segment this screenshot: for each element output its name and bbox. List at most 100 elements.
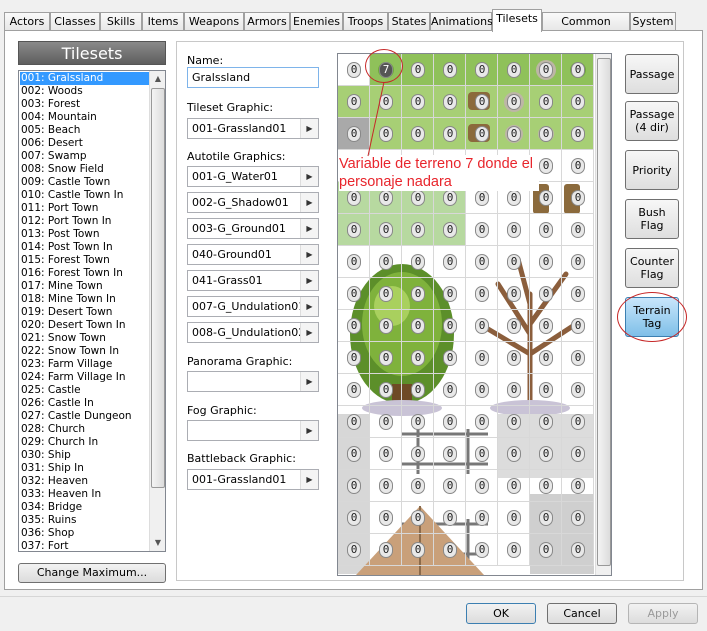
tile-cell[interactable]: 0: [562, 310, 594, 342]
tab-armors[interactable]: Armors: [244, 12, 290, 31]
browse-arrow-icon[interactable]: ▶: [300, 193, 318, 212]
ok-button[interactable]: OK: [466, 603, 536, 624]
tile-cell[interactable]: 0: [370, 278, 402, 310]
tab-tilesets[interactable]: Tilesets: [492, 9, 542, 32]
tile-cell[interactable]: 0: [402, 54, 434, 86]
list-item[interactable]: 036: Shop: [20, 527, 149, 540]
tile-cell[interactable]: 0: [466, 310, 498, 342]
tile-cell[interactable]: 0: [562, 438, 594, 470]
tile-cell[interactable]: 0: [562, 374, 594, 406]
tile-cell[interactable]: 0: [434, 86, 466, 118]
tile-cell[interactable]: 0: [338, 374, 370, 406]
tile-cell[interactable]: 0: [466, 86, 498, 118]
tile-cell[interactable]: 0: [498, 406, 530, 438]
fog-field[interactable]: ▶: [187, 420, 319, 441]
tile-cell[interactable]: 0: [562, 182, 594, 214]
tile-cell[interactable]: 0: [562, 470, 594, 502]
autotile-field-1[interactable]: 001-G_Water01 ▶: [187, 166, 319, 187]
tile-cell[interactable]: 0: [402, 438, 434, 470]
tile-cell[interactable]: 0: [466, 406, 498, 438]
tile-cell[interactable]: 0: [434, 406, 466, 438]
list-item[interactable]: 015: Forest Town: [20, 254, 149, 267]
tile-cell[interactable]: 0: [530, 310, 562, 342]
tile-cell[interactable]: 0: [434, 502, 466, 534]
tile-cell[interactable]: 0: [434, 438, 466, 470]
tile-cell[interactable]: 0: [498, 374, 530, 406]
tile-cell[interactable]: 0: [402, 246, 434, 278]
tile-cell[interactable]: 0: [370, 214, 402, 246]
tile-cell[interactable]: 0: [402, 310, 434, 342]
priority-button[interactable]: Priority: [625, 150, 679, 190]
tile-cell[interactable]: 0: [434, 278, 466, 310]
tile-cell[interactable]: 0: [338, 214, 370, 246]
tile-cell[interactable]: 0: [338, 438, 370, 470]
tile-cell[interactable]: 0: [434, 470, 466, 502]
tab-states[interactable]: States: [388, 12, 430, 31]
tile-cell[interactable]: 0: [434, 118, 466, 150]
list-item[interactable]: 028: Church: [20, 423, 149, 436]
panorama-field[interactable]: ▶: [187, 371, 319, 392]
list-scrollbar[interactable]: ▲ ▼: [149, 71, 165, 551]
scroll-thumb[interactable]: [151, 88, 165, 488]
autotile-field-2[interactable]: 002-G_Shadow01 ▶: [187, 192, 319, 213]
browse-arrow-icon[interactable]: ▶: [300, 119, 318, 138]
list-item[interactable]: 023: Farm Village: [20, 358, 149, 371]
tile-cell[interactable]: 0: [370, 438, 402, 470]
scroll-down-icon[interactable]: ▼: [150, 535, 165, 551]
tile-cell[interactable]: 0: [434, 246, 466, 278]
tab-common-events[interactable]: Common Events: [542, 12, 630, 45]
tab-actors[interactable]: Actors: [4, 12, 50, 31]
tile-cell[interactable]: 0: [434, 534, 466, 566]
tile-cell[interactable]: 0: [338, 406, 370, 438]
list-item[interactable]: 009: Castle Town: [20, 176, 149, 189]
browse-arrow-icon[interactable]: ▶: [300, 167, 318, 186]
tile-cell[interactable]: 0: [530, 118, 562, 150]
browse-arrow-icon[interactable]: ▶: [300, 470, 318, 489]
list-item[interactable]: 020: Desert Town In: [20, 319, 149, 332]
list-item[interactable]: 037: Fort: [20, 540, 149, 551]
list-item[interactable]: 026: Castle In: [20, 397, 149, 410]
tile-cell[interactable]: 0: [562, 54, 594, 86]
tile-cell[interactable]: 0: [370, 534, 402, 566]
tile-cell[interactable]: 0: [466, 342, 498, 374]
tile-cell[interactable]: 0: [530, 278, 562, 310]
tile-cell[interactable]: 0: [466, 470, 498, 502]
tile-cell[interactable]: 0: [370, 406, 402, 438]
autotile-field-5[interactable]: 041-Grass01 ▶: [187, 270, 319, 291]
list-item[interactable]: 001: Gralssland: [20, 72, 149, 85]
list-item[interactable]: 008: Snow Field: [20, 163, 149, 176]
browse-arrow-icon[interactable]: ▶: [300, 323, 318, 342]
tile-cell[interactable]: 0: [530, 406, 562, 438]
tile-cell[interactable]: 0: [562, 502, 594, 534]
autotile-field-7[interactable]: 008-G_Undulation02 ▶: [187, 322, 319, 343]
tile-cell[interactable]: 0: [530, 438, 562, 470]
tile-cell[interactable]: 0: [498, 118, 530, 150]
list-item[interactable]: 034: Bridge: [20, 501, 149, 514]
browse-arrow-icon[interactable]: ▶: [300, 219, 318, 238]
list-item[interactable]: 017: Mine Town: [20, 280, 149, 293]
autotile-field-3[interactable]: 003-G_Ground01 ▶: [187, 218, 319, 239]
tile-cell[interactable]: 0: [530, 214, 562, 246]
tile-cell[interactable]: 0: [562, 342, 594, 374]
tile-cell[interactable]: 0: [562, 150, 594, 182]
list-item[interactable]: 011: Port Town: [20, 202, 149, 215]
grid-scrollbar[interactable]: [595, 54, 611, 575]
tile-cell[interactable]: 0: [498, 342, 530, 374]
tile-cell[interactable]: 0: [466, 438, 498, 470]
tile-cell[interactable]: 0: [402, 278, 434, 310]
tile-cell[interactable]: 0: [402, 470, 434, 502]
list-item[interactable]: 019: Desert Town: [20, 306, 149, 319]
tileset-list[interactable]: 001: Gralssland 002: Woods 003: Forest 004:…: [18, 70, 166, 552]
tab-classes[interactable]: Classes: [50, 12, 100, 31]
grid-scroll-thumb[interactable]: [597, 58, 611, 566]
list-item[interactable]: 013: Post Town: [20, 228, 149, 241]
tile-cell[interactable]: 0: [402, 502, 434, 534]
tile-cell[interactable]: 0: [338, 502, 370, 534]
list-item[interactable]: 031: Ship In: [20, 462, 149, 475]
tile-cell[interactable]: 0: [562, 86, 594, 118]
cancel-button[interactable]: Cancel: [547, 603, 617, 624]
tile-cell[interactable]: 0: [466, 54, 498, 86]
tile-cell[interactable]: 0: [466, 502, 498, 534]
list-item[interactable]: 007: Swamp: [20, 150, 149, 163]
tile-cell[interactable]: 0: [370, 470, 402, 502]
